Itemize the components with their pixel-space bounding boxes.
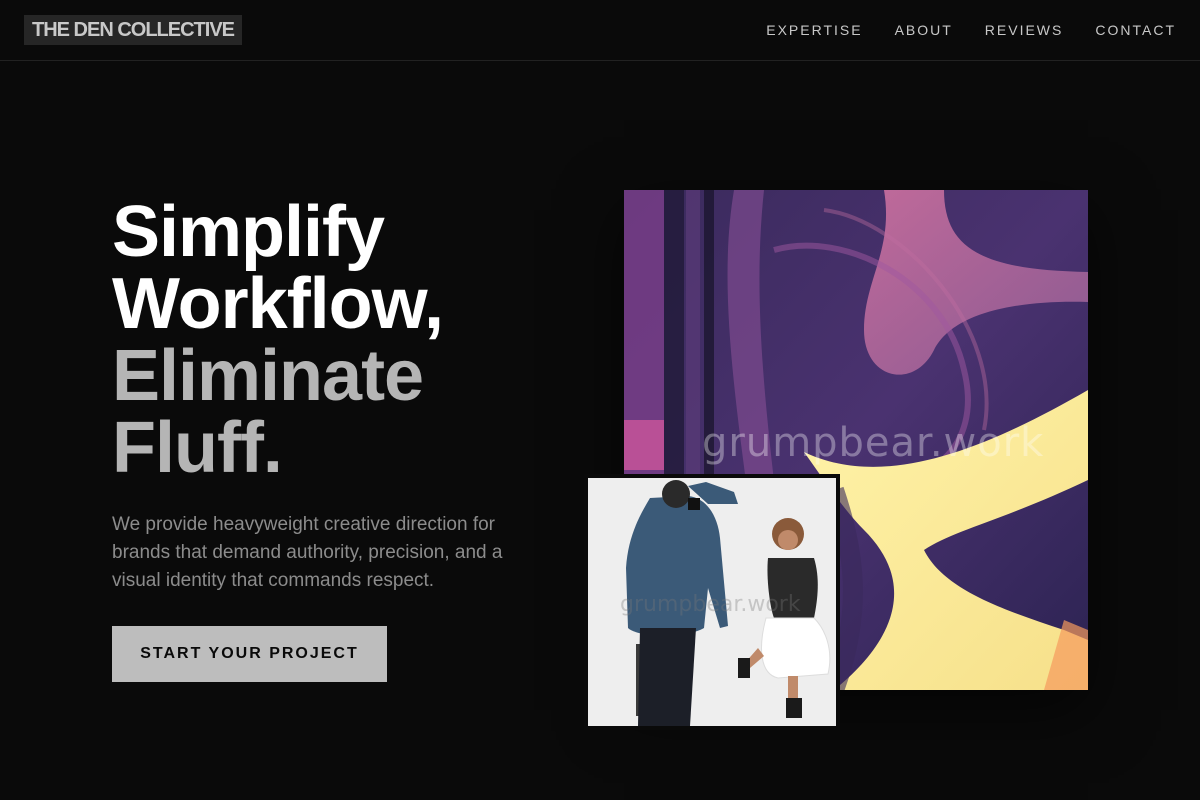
- headline-line-2: Workflow,: [112, 264, 444, 344]
- photo-watermark: grumpbear.work: [620, 592, 801, 617]
- headline-line-4: Fluff.: [112, 408, 283, 488]
- nav-item-contact[interactable]: CONTACT: [1095, 22, 1176, 38]
- hero-headline: Simplify Workflow, Eliminate Fluff.: [112, 196, 572, 484]
- start-project-button[interactable]: START YOUR PROJECT: [112, 626, 387, 682]
- art-watermark: grumpbear.work: [702, 420, 1045, 466]
- brand-logo[interactable]: THE DEN COLLECTIVE: [24, 15, 243, 45]
- nav-item-reviews[interactable]: REVIEWS: [985, 22, 1064, 38]
- top-nav: THE DEN COLLECTIVE EXPERTISE ABOUT REVIE…: [0, 0, 1200, 61]
- photoshoot-photo: grumpbear.work: [584, 474, 840, 730]
- nav-item-about[interactable]: ABOUT: [895, 22, 953, 38]
- headline-line-1: Simplify: [112, 192, 385, 272]
- nav-item-expertise[interactable]: EXPERTISE: [766, 22, 862, 38]
- hero-subtitle: We provide heavyweight creative directio…: [112, 514, 503, 591]
- nav-links: EXPERTISE ABOUT REVIEWS CONTACT: [766, 22, 1176, 38]
- headline-line-3: Eliminate: [112, 336, 424, 416]
